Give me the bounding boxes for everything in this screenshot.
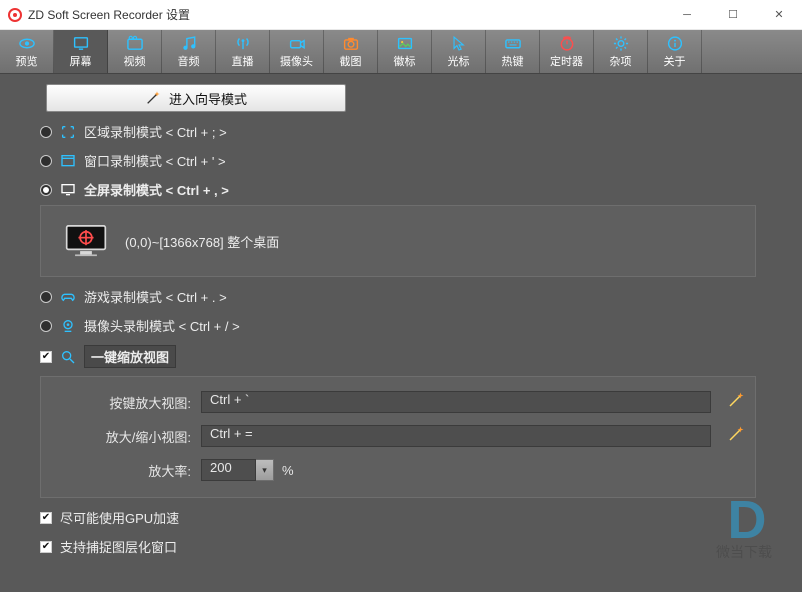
zoom-ratio-unit: % (282, 463, 294, 478)
tab-label: 杂项 (610, 53, 632, 69)
game-icon (60, 289, 76, 305)
mode-label: 区域录制模式 < Ctrl + ; > (84, 122, 227, 141)
fullscreen-description-box: (0,0)~[1366x768] 整个桌面 (40, 205, 756, 277)
wand-icon[interactable] (727, 391, 745, 409)
mode-camera[interactable]: 摄像头录制模式 < Ctrl + / > (18, 316, 784, 335)
tab-label: 直播 (232, 53, 254, 69)
tab-cursor[interactable]: 光标 (432, 30, 486, 73)
zoom-both-hotkey-input[interactable]: Ctrl + = (201, 425, 711, 447)
checkbox-icon[interactable]: ✔ (40, 541, 52, 553)
zoom-ratio-label: 放大率: (41, 461, 201, 480)
gpu-accel-label: 尽可能使用GPU加速 (60, 508, 179, 527)
radio-icon[interactable] (40, 126, 52, 138)
window-controls: ─ ☐ ✕ (664, 0, 802, 29)
mode-label: 摄像头录制模式 < Ctrl + / > (84, 316, 240, 335)
tab-timer[interactable]: 定时器 (540, 30, 594, 73)
tab-screenshot[interactable]: 截图 (324, 30, 378, 73)
region-icon (60, 124, 76, 140)
window-icon (60, 153, 76, 169)
app-icon (8, 8, 22, 22)
tab-video[interactable]: 视频 (108, 30, 162, 73)
tab-label: 热键 (502, 53, 524, 69)
tab-label: 音频 (178, 53, 200, 69)
tab-label: 屏幕 (70, 53, 92, 69)
zoom-ratio-dropdown-button[interactable]: ▾ (256, 459, 274, 481)
gpu-accel-option[interactable]: ✔ 尽可能使用GPU加速 (18, 508, 784, 527)
tab-about[interactable]: 关于 (648, 30, 702, 73)
tab-label: 截图 (340, 53, 362, 69)
zoom-in-hotkey-input[interactable]: Ctrl + ` (201, 391, 711, 413)
wizard-button-label: 进入向导模式 (169, 89, 247, 108)
tab-camera[interactable]: 摄像头 (270, 30, 324, 73)
checkbox-icon[interactable]: ✔ (40, 512, 52, 524)
tab-live[interactable]: 直播 (216, 30, 270, 73)
monitor-icon (60, 182, 76, 198)
zoom-settings-box: 按键放大视图: Ctrl + ` 放大/缩小视图: Ctrl + = 放大率: … (40, 376, 756, 498)
zoom-in-label: 按键放大视图: (41, 393, 201, 412)
tab-hotkey[interactable]: 热键 (486, 30, 540, 73)
zoom-section-header[interactable]: ✔ 一键缩放视图 (18, 345, 784, 368)
tab-logo[interactable]: 徽标 (378, 30, 432, 73)
radio-icon[interactable] (40, 184, 52, 196)
webcam-icon (60, 318, 76, 334)
maximize-button[interactable]: ☐ (710, 0, 756, 29)
tab-audio[interactable]: 音频 (162, 30, 216, 73)
toolbar: 预览 屏幕 视频 音频 直播 摄像头 截图 徽标 光标 热键 定时器 杂项 关于 (0, 30, 802, 74)
minimize-button[interactable]: ─ (664, 0, 710, 29)
monitor-target-icon (65, 224, 107, 258)
mode-region[interactable]: 区域录制模式 < Ctrl + ; > (18, 122, 784, 141)
layered-window-option[interactable]: ✔ 支持捕捉图层化窗口 (18, 537, 784, 556)
layered-window-label: 支持捕捉图层化窗口 (60, 537, 177, 556)
radio-icon[interactable] (40, 291, 52, 303)
tab-label: 光标 (448, 53, 470, 69)
titlebar: ZD Soft Screen Recorder 设置 ─ ☐ ✕ (0, 0, 802, 30)
mode-window[interactable]: 窗口录制模式 < Ctrl + ' > (18, 151, 784, 170)
tab-screen[interactable]: 屏幕 (54, 30, 108, 73)
magnifier-icon (60, 349, 76, 365)
tab-label: 定时器 (550, 53, 583, 69)
tab-preview[interactable]: 预览 (0, 30, 54, 73)
tab-label: 徽标 (394, 53, 416, 69)
tab-misc[interactable]: 杂项 (594, 30, 648, 73)
window-title: ZD Soft Screen Recorder 设置 (28, 6, 664, 23)
tab-label: 关于 (664, 53, 686, 69)
radio-icon[interactable] (40, 155, 52, 167)
wand-icon[interactable] (727, 425, 745, 443)
mode-label: 全屏录制模式 < Ctrl + , > (84, 180, 229, 199)
fullscreen-desc-text: (0,0)~[1366x768] 整个桌面 (125, 232, 279, 251)
zoom-section-title: 一键缩放视图 (84, 345, 176, 368)
wand-icon (145, 90, 161, 106)
tab-label: 视频 (124, 53, 146, 69)
content-panel: 进入向导模式 区域录制模式 < Ctrl + ; > 窗口录制模式 < Ctrl… (0, 74, 802, 592)
checkbox-icon[interactable]: ✔ (40, 351, 52, 363)
mode-fullscreen[interactable]: 全屏录制模式 < Ctrl + , > (18, 180, 784, 199)
tab-label: 预览 (16, 53, 38, 69)
mode-game[interactable]: 游戏录制模式 < Ctrl + . > (18, 287, 784, 306)
zoom-both-label: 放大/缩小视图: (41, 427, 201, 446)
mode-label: 游戏录制模式 < Ctrl + . > (84, 287, 227, 306)
tab-label: 摄像头 (280, 53, 313, 69)
radio-icon[interactable] (40, 320, 52, 332)
close-button[interactable]: ✕ (756, 0, 802, 29)
mode-label: 窗口录制模式 < Ctrl + ' > (84, 151, 226, 170)
zoom-ratio-input[interactable]: 200 (201, 459, 256, 481)
wizard-mode-button[interactable]: 进入向导模式 (46, 84, 346, 112)
